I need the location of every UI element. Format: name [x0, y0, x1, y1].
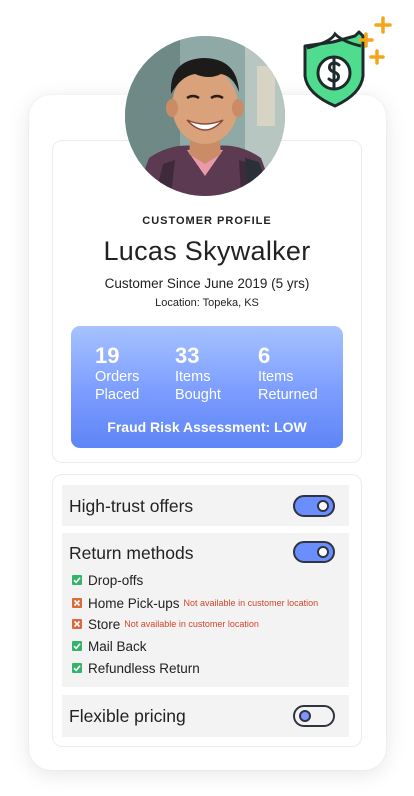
method-label: Store — [88, 616, 121, 632]
method-unavailable-note: Not available in customer location — [124, 619, 259, 629]
method-label: Mail Back — [88, 638, 147, 654]
method-store: Store Not available in customer location — [72, 616, 259, 632]
stat-label: Items — [258, 369, 294, 385]
stat-items-bought: 33 Items Bought — [175, 344, 221, 404]
flexible-pricing-toggle[interactable] — [293, 705, 335, 727]
return-methods-toggle[interactable] — [293, 541, 335, 563]
flexible-pricing-label: Flexible pricing — [69, 706, 186, 726]
method-refundless-return: Refundless Return — [72, 660, 200, 676]
checkmark-icon — [72, 663, 82, 673]
profile-eyebrow: CUSTOMER PROFILE — [142, 215, 272, 227]
dollar-shield-icon — [303, 16, 392, 108]
stat-label: Placed — [95, 387, 140, 403]
method-label: Home Pick-ups — [88, 595, 180, 611]
stat-items-returned: 6 Items Returned — [258, 344, 318, 404]
toggle-knob — [299, 710, 311, 722]
customer-since: Customer Since June 2019 (5 yrs) — [104, 276, 310, 291]
toggle-knob — [317, 500, 329, 512]
stat-value: 6 — [258, 343, 271, 368]
method-drop-offs: Drop-offs — [72, 572, 143, 588]
cross-icon — [72, 598, 82, 608]
stat-label: Bought — [175, 387, 221, 403]
method-mail-back: Mail Back — [72, 638, 147, 654]
method-label: Drop-offs — [88, 572, 144, 588]
customer-location: Location: Topeka, KS — [155, 297, 259, 309]
method-label: Refundless Return — [88, 660, 200, 676]
stat-label: Orders — [95, 369, 140, 385]
flexible-pricing-row: Flexible pricing — [62, 695, 349, 737]
avatar-image — [125, 36, 285, 196]
customer-name: Lucas Skywalker — [103, 236, 311, 266]
stat-label: Items — [175, 369, 211, 385]
checkmark-icon — [72, 575, 82, 585]
method-home-pick-ups: Home Pick-ups Not available in customer … — [72, 595, 318, 611]
stat-value: 19 — [95, 343, 120, 368]
fraud-risk-label: Fraud Risk Assessment: LOW — [107, 419, 307, 435]
high-trust-offers-row: High-trust offers — [62, 485, 349, 526]
stat-value: 33 — [175, 343, 200, 368]
avatar — [125, 36, 285, 196]
high-trust-offers-toggle[interactable] — [293, 495, 335, 517]
toggle-knob — [317, 546, 329, 558]
stat-label: Returned — [258, 387, 318, 403]
high-trust-offers-label: High-trust offers — [69, 496, 194, 516]
return-methods-label: Return methods — [69, 543, 194, 563]
cross-icon — [72, 619, 82, 629]
stat-orders-placed: 19 Orders Placed — [95, 344, 139, 404]
checkmark-icon — [72, 641, 82, 651]
method-unavailable-note: Not available in customer location — [183, 598, 319, 608]
stats-card: 19 Orders Placed 33 Items Bought 6 Items… — [71, 326, 343, 448]
